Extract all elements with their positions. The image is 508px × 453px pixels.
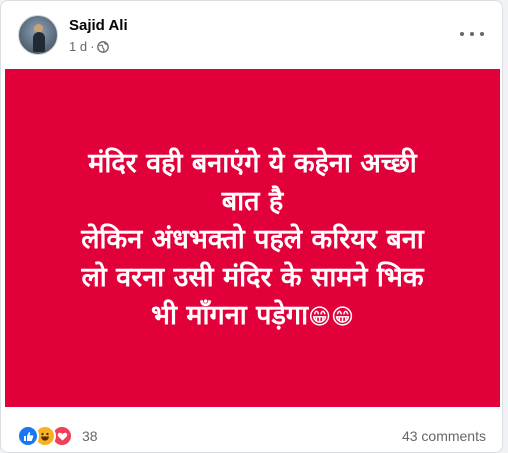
post-text-line: लेकिन अंधभक्तो पहले करियर बना <box>81 224 424 255</box>
post-content[interactable]: मंदिर वही बनाएंगे ये कहेना अच्छी बात है … <box>5 69 500 407</box>
more-dot <box>480 32 484 36</box>
post-text-line-last: भी माँगना पड़ेगा😁😁 <box>23 297 483 337</box>
meta-separator: · <box>90 39 95 54</box>
post-card: Sajid Ali 1 d · मंदिर वही बनाएंगे ये कहे… <box>0 0 503 453</box>
author-avatar[interactable] <box>18 15 58 55</box>
post-text-line: मंदिर वही बनाएंगे ये कहेना अच्छी <box>88 148 417 179</box>
post-footer: 38 43 comments <box>1 407 502 452</box>
globe-icon[interactable] <box>97 40 110 53</box>
post-text-line: लो वरना उसी मंदिर के सामने भिक <box>81 262 424 293</box>
more-dot <box>470 32 474 36</box>
like-icon <box>17 425 39 447</box>
more-dot <box>460 32 464 36</box>
grinning-emoji-icon: 😁😁 <box>308 305 354 330</box>
post-header: Sajid Ali 1 d · <box>1 1 502 69</box>
reactions-summary[interactable]: 38 <box>17 425 98 447</box>
post-timestamp[interactable]: 1 d <box>69 39 87 54</box>
author-name[interactable]: Sajid Ali <box>69 17 128 34</box>
post-meta: 1 d · <box>69 39 110 54</box>
post-text-line: भी माँगना पड़ेगा <box>151 300 309 331</box>
avatar-body-shape <box>33 32 45 52</box>
reaction-count: 38 <box>82 428 98 444</box>
post-text-line: बात है <box>221 186 284 217</box>
comments-count-link[interactable]: 43 comments <box>402 428 486 444</box>
more-horizontal-icon[interactable] <box>460 27 484 41</box>
post-text: मंदिर वही बनाएंगे ये कहेना अच्छी बात है … <box>23 145 483 337</box>
